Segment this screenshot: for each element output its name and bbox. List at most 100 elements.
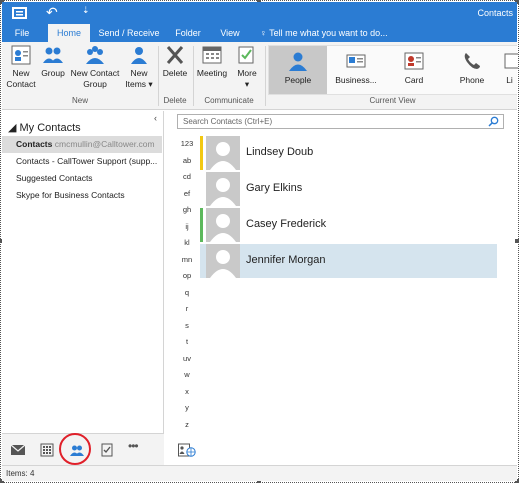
alpha-index-item[interactable]: w — [176, 370, 198, 379]
tab-file[interactable]: File — [2, 24, 42, 42]
contact-name: Jennifer Morgan — [246, 254, 326, 266]
category-color-bar — [200, 136, 203, 170]
alpha-index-item[interactable]: s — [176, 321, 198, 330]
search-icon[interactable] — [488, 116, 499, 127]
my-contacts-header[interactable]: ◢ My Contacts — [8, 121, 81, 134]
category-color-bar — [200, 208, 203, 242]
alpha-index-item[interactable]: uv — [176, 354, 198, 363]
tasks-icon[interactable] — [99, 442, 115, 458]
contact-card[interactable]: Lindsey Doub — [200, 136, 497, 170]
calendar-icon — [202, 46, 222, 64]
meeting-button[interactable]: Meeting — [195, 44, 229, 79]
tab-folder[interactable]: Folder — [168, 24, 208, 42]
alpha-index-item[interactable]: ab — [176, 156, 198, 165]
more-label: More — [237, 68, 257, 78]
alpha-index-item[interactable]: 123 — [176, 139, 198, 148]
view-people[interactable]: People — [269, 46, 327, 94]
alpha-index-item[interactable]: op — [176, 271, 198, 280]
alpha-index-item[interactable]: gh — [176, 205, 198, 214]
alpha-index-item[interactable]: y — [176, 403, 198, 412]
ribbon-separator — [265, 46, 266, 106]
contact-card[interactable]: Casey Frederick — [200, 208, 497, 242]
delete-button[interactable]: Delete — [160, 44, 190, 79]
alpha-index-item[interactable]: ef — [176, 189, 198, 198]
contact-card-selected[interactable]: Jennifer Morgan — [200, 244, 497, 278]
card-view-icon — [404, 52, 424, 70]
more-button[interactable]: More ▾ — [231, 44, 263, 90]
meeting-label: Meeting — [196, 68, 228, 78]
resize-handle — [515, 239, 519, 243]
view-business-card[interactable]: Business... — [327, 46, 385, 94]
alpha-index-item[interactable]: z — [176, 420, 198, 429]
folder-suggested-contacts[interactable]: Suggested Contacts — [2, 170, 162, 187]
customize-quick-access-icon[interactable]: ⇣ — [82, 5, 90, 16]
alpha-index-item[interactable]: cd — [176, 172, 198, 181]
folder-contacts-account: cmcmullin@Calltower.com — [54, 139, 155, 149]
search-placeholder: Search Contacts (Ctrl+E) — [183, 117, 273, 126]
folder-contacts-label: Contacts — [16, 139, 53, 149]
global-address-book-icon[interactable] — [178, 443, 196, 457]
alpha-index-item[interactable]: mn — [176, 255, 198, 264]
alpha-index-item[interactable]: r — [176, 304, 198, 313]
search-contacts-input[interactable]: Search Contacts (Ctrl+E) — [177, 114, 504, 129]
new-items-icon — [131, 47, 147, 64]
contact-card[interactable]: Gary Elkins — [200, 172, 497, 206]
tab-view[interactable]: View — [210, 24, 250, 42]
alpha-index-item[interactable]: q — [176, 288, 198, 297]
new-items-label-1: New — [130, 68, 148, 78]
contact-name: Lindsey Doub — [246, 146, 314, 158]
group-label-new: New — [71, 96, 88, 105]
new-items-button[interactable]: New Items ▾ — [122, 44, 156, 90]
contact-name: Gary Elkins — [246, 182, 303, 194]
group-label-current-view: Current View — [369, 96, 416, 105]
list-view-icon — [504, 53, 518, 69]
ribbon: New Contact Group New Contact Group New … — [2, 42, 518, 110]
tell-me-box[interactable]: ♀ Tell me what you want to do... — [260, 24, 388, 42]
view-card[interactable]: Card — [385, 46, 443, 94]
item-count: Items: 4 — [6, 469, 35, 478]
alpha-index-item[interactable]: ij — [176, 222, 198, 231]
new-items-label-2: Items ▾ — [125, 79, 153, 89]
collapse-pane-icon[interactable]: ‹ — [154, 113, 157, 123]
group-label-communicate: Communicate — [204, 96, 254, 105]
more-communicate-icon — [238, 46, 254, 64]
new-contact-button[interactable]: New Contact — [4, 44, 38, 90]
contact-avatar — [206, 244, 240, 278]
more-dropdown-arrow: ▾ — [244, 79, 250, 89]
view-phone[interactable]: Phone — [443, 46, 501, 94]
highlight-circle — [59, 433, 91, 465]
alpha-index-item[interactable]: t — [176, 337, 198, 346]
folder-calltower-support[interactable]: Contacts - CallTower Support (supp... — [2, 153, 162, 170]
calendar-nav-icon[interactable] — [39, 442, 55, 458]
phone-icon — [464, 53, 480, 69]
mail-icon[interactable] — [10, 442, 26, 458]
group-button[interactable]: Group — [38, 44, 68, 79]
view-list-label: Li — [506, 75, 513, 85]
tab-home[interactable]: Home — [48, 24, 90, 42]
category-color-bar — [200, 244, 203, 278]
view-list[interactable]: Li — [501, 46, 518, 94]
group-people-icon — [43, 47, 63, 63]
contact-avatar — [206, 172, 240, 206]
group-label: Group — [41, 68, 65, 78]
tab-send-receive[interactable]: Send / Receive — [94, 24, 164, 42]
folder-contacts[interactable]: Contacts cmcmullin@Calltower.com — [2, 136, 162, 153]
people-view-icon — [289, 52, 307, 71]
contact-name: Casey Frederick — [246, 218, 327, 230]
undo-icon[interactable]: ↶ — [46, 4, 58, 21]
alpha-index-item[interactable]: kl — [176, 238, 198, 247]
category-color-bar — [200, 172, 203, 206]
more-apps-icon[interactable]: ••• — [128, 439, 150, 455]
view-card-label: Card — [404, 75, 424, 85]
view-business-label: Business... — [335, 75, 377, 85]
window-title: Contacts — [477, 8, 513, 18]
folder-skype-contacts[interactable]: Skype for Business Contacts — [2, 187, 162, 204]
delete-x-icon — [166, 46, 184, 64]
contact-avatar — [206, 208, 240, 242]
new-contact-group-button[interactable]: New Contact Group — [68, 44, 122, 90]
folder-pane: ‹ ◢ My Contacts Contacts cmcmullin@Callt… — [2, 111, 164, 433]
group-label-delete: Delete — [163, 96, 187, 105]
alpha-index-item[interactable]: x — [176, 387, 198, 396]
outlook-app-icon[interactable] — [12, 6, 27, 20]
title-bar: ↶ ⇣ Contacts — [2, 2, 517, 24]
